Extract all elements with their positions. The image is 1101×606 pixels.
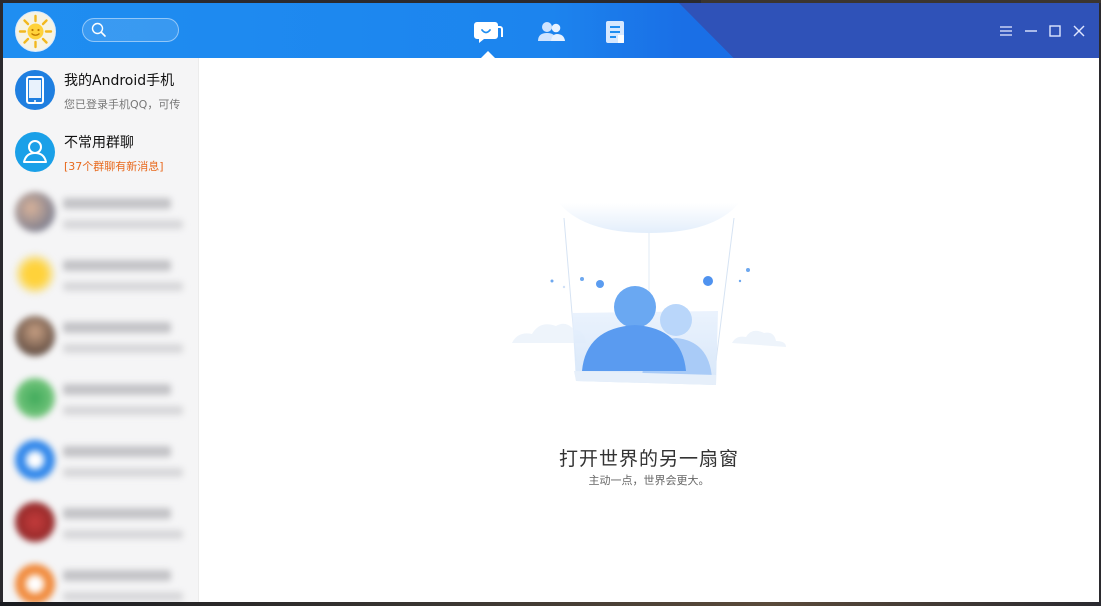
desktop-background-bottom: [0, 602, 1101, 606]
title-bar: [3, 3, 1099, 58]
menu-button[interactable]: [998, 23, 1014, 39]
search-input[interactable]: [82, 18, 179, 42]
minimize-button[interactable]: [1023, 23, 1039, 39]
tab-messages[interactable]: [473, 19, 503, 45]
phone-icon: [15, 70, 55, 110]
list-item[interactable]: [3, 244, 198, 306]
avatar: [15, 440, 55, 480]
conversation-list[interactable]: 我的Android手机 您已登录手机QQ，可传 不常用群聊 [37个群聊有新消息…: [3, 58, 199, 602]
message-preview: 您已登录手机QQ，可传: [64, 98, 181, 111]
list-item[interactable]: [3, 368, 198, 430]
list-item-group-chats[interactable]: 不常用群聊 [37个群聊有新消息]: [3, 120, 198, 182]
tab-contacts[interactable]: [536, 19, 566, 45]
avatar: [15, 316, 55, 356]
avatar: [15, 502, 55, 542]
avatar: [15, 564, 55, 602]
hot-air-balloon-illustration: [512, 203, 786, 385]
avatar: [15, 254, 55, 294]
main-panel: 打开世界的另一扇窗 主动一点，世界会更大。: [199, 58, 1099, 602]
active-tab-indicator: [481, 51, 495, 58]
list-item-android-phone[interactable]: 我的Android手机 您已登录手机QQ，可传: [3, 58, 198, 120]
maximize-icon: [1049, 25, 1061, 37]
group-chat-icon: [15, 132, 55, 172]
blurred-conversations: [3, 182, 198, 602]
empty-state-heading: 打开世界的另一扇窗: [558, 448, 739, 470]
list-item[interactable]: [3, 306, 198, 368]
close-icon: [1073, 25, 1085, 37]
qq-main-window: 我的Android手机 您已登录手机QQ，可传 不常用群聊 [37个群聊有新消息…: [3, 3, 1099, 602]
close-button[interactable]: [1071, 23, 1087, 39]
unread-notice: [37个群聊有新消息]: [64, 160, 164, 173]
list-item[interactable]: [3, 182, 198, 244]
contacts-icon: [538, 22, 565, 41]
document-icon: [606, 21, 624, 43]
minimize-icon: [1025, 30, 1037, 32]
contact-name: 不常用群聊: [64, 135, 134, 151]
user-avatar[interactable]: [15, 11, 56, 52]
list-item[interactable]: [3, 554, 198, 602]
avatar: [15, 192, 55, 232]
chat-bubble-icon: [474, 22, 503, 43]
tab-apps[interactable]: [601, 19, 631, 45]
list-item[interactable]: [3, 430, 198, 492]
contact-name: 我的Android手机: [64, 73, 175, 89]
avatar: [15, 378, 55, 418]
search-icon: [91, 22, 106, 37]
list-item[interactable]: [3, 492, 198, 554]
maximize-button[interactable]: [1047, 23, 1063, 39]
menu-icon: [1000, 26, 1012, 36]
empty-state-tagline: 主动一点，世界会更大。: [588, 474, 710, 487]
